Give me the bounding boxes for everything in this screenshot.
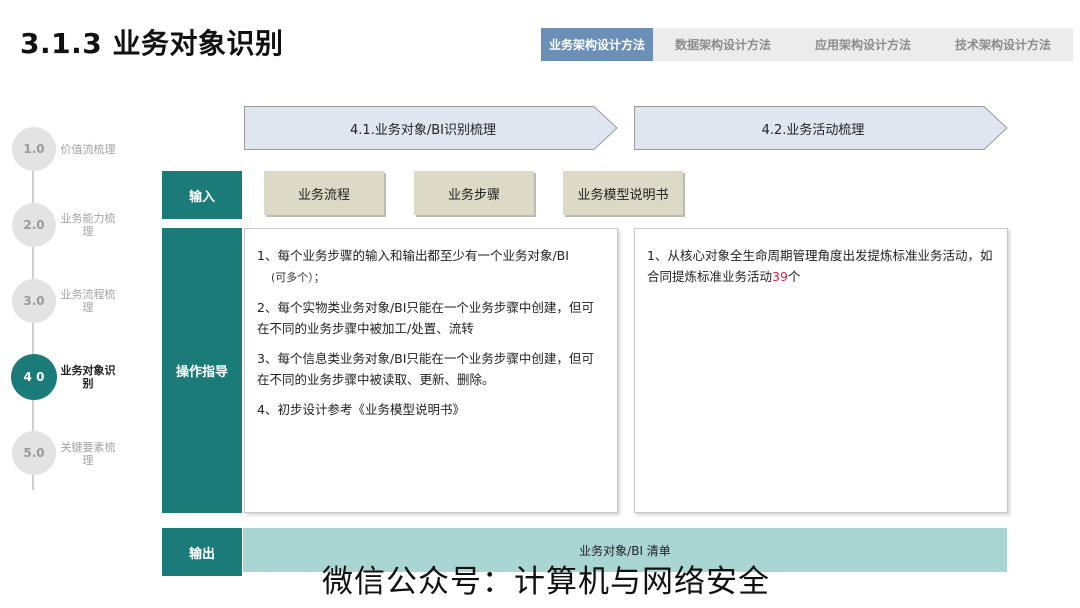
- guide-panel-left: 1、每个业务步骤的输入和输出都至少有一个业务对象/BI (可多个）； 2、每个实…: [244, 228, 618, 513]
- timeline-step-1-label: 价值流梳理: [60, 143, 116, 156]
- guide-item-3: 3、每个信息类业务对象/BI只能在一个业务步骤中创建，但可在不同的业务步骤中被读…: [257, 351, 594, 387]
- watermark-text: 微信公众号：计算机与网络安全: [322, 564, 770, 600]
- timeline-step-3-label: 业务流程梳理: [60, 288, 116, 314]
- row-label-guide: 操作指导: [162, 228, 242, 513]
- guide-item-2: 2、每个实物类业务对象/BI只能在一个业务步骤中创建，但可在不同的业务步骤中被加…: [257, 300, 594, 336]
- phase-arrow-business-activity: 4.2.业务活动梳理: [634, 106, 1008, 150]
- tab-technology-architecture[interactable]: 技术架构设计方法: [933, 28, 1073, 61]
- timeline-step-2[interactable]: 2.0: [12, 203, 56, 247]
- phase-arrow-label: 4.1.业务对象/BI识别梳理: [350, 122, 496, 138]
- method-tabs: 业务架构设计方法 数据架构设计方法 应用架构设计方法 技术架构设计方法: [541, 28, 1073, 61]
- guide-item-4: 4、初步设计参考《业务模型说明书》: [257, 402, 465, 417]
- timeline-step-3[interactable]: 3.0: [12, 279, 56, 323]
- guide-right-item-1: 1、从核心对象全生命周期管理角度出发提炼标准业务活动，如合同提炼标准业务活动39…: [647, 248, 993, 284]
- timeline-step-5-label: 关键要素梳理: [60, 441, 116, 467]
- timeline-step-4[interactable]: 4 0: [11, 354, 57, 400]
- phase-arrow-bi-identification: 4.1.业务对象/BI识别梳理: [244, 106, 618, 150]
- input-chip-business-process: 业务流程: [264, 171, 384, 215]
- timeline-step-1[interactable]: 1.0: [12, 127, 56, 171]
- tab-business-architecture[interactable]: 业务架构设计方法: [541, 28, 653, 61]
- tab-application-architecture[interactable]: 应用架构设计方法: [793, 28, 933, 61]
- row-label-output: 输出: [162, 528, 242, 576]
- tab-data-architecture[interactable]: 数据架构设计方法: [653, 28, 793, 61]
- guide-panel-right: 1、从核心对象全生命周期管理角度出发提炼标准业务活动，如合同提炼标准业务活动39…: [634, 228, 1008, 513]
- page-title: 3.1.3 业务对象识别: [20, 27, 284, 60]
- phase-arrow-label: 4.2.业务活动梳理: [761, 122, 865, 138]
- timeline-step-2-label: 业务能力梳理: [60, 212, 116, 238]
- input-chip-business-step: 业务步骤: [414, 171, 534, 215]
- timeline-step-4-label: 业务对象识别: [60, 364, 116, 390]
- activity-count: 39: [772, 269, 788, 284]
- row-label-input: 输入: [162, 171, 242, 219]
- timeline-step-5[interactable]: 5.0: [12, 431, 56, 475]
- guide-item-1: 1、每个业务步骤的输入和输出都至少有一个业务对象/BI (可多个）；: [257, 248, 569, 284]
- guide-item-1-note: (可多个）；: [271, 271, 325, 284]
- input-chip-model-spec: 业务模型说明书: [563, 171, 683, 215]
